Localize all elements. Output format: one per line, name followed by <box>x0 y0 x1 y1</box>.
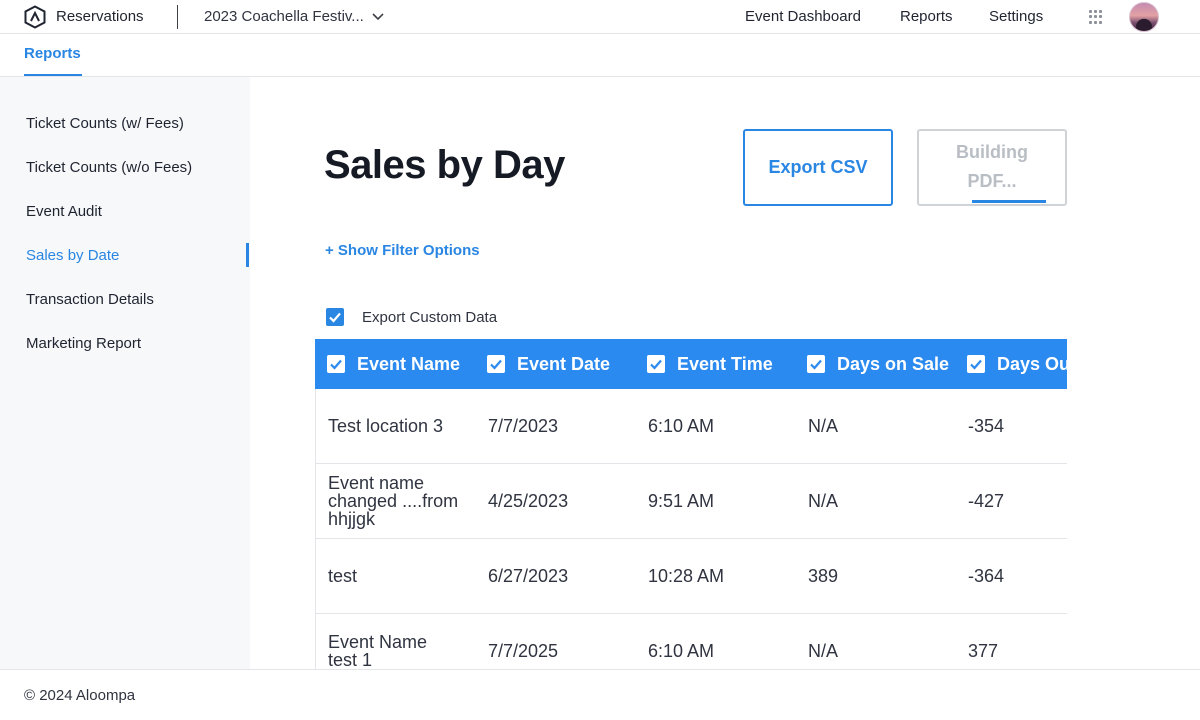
sidebar: Ticket Counts (w/ Fees) Ticket Counts (w… <box>0 77 250 669</box>
table-row: Event name changed ....from hhjjgk 4/25/… <box>315 464 1067 539</box>
checkmark-icon <box>330 359 342 370</box>
sidebar-active-indicator <box>246 243 249 267</box>
sidebar-item-sales-by-date[interactable]: Sales by Date <box>26 247 119 264</box>
sidebar-item-marketing-report[interactable]: Marketing Report <box>26 335 141 352</box>
export-custom-data-checkbox[interactable] <box>326 308 344 326</box>
cell-days-on-sale: N/A <box>808 491 839 511</box>
table-row: Event Name test 1 7/7/2025 6:10 AM N/A 3… <box>315 614 1067 669</box>
cell-event-time: 6:10 AM <box>648 641 715 661</box>
table-row: Test location 3 7/7/2023 6:10 AM N/A -35… <box>315 389 1067 464</box>
build-pdf-label-line1: Building <box>956 142 1028 162</box>
cell-event-time: 6:10 AM <box>648 416 715 436</box>
checkmark-icon <box>329 312 341 323</box>
nav-reports[interactable]: Reports <box>900 8 953 25</box>
sidebar-item-ticket-counts-without-fees[interactable]: Ticket Counts (w/o Fees) <box>26 159 192 176</box>
table-row: test 6/27/2023 10:28 AM 389 -364 <box>315 539 1067 614</box>
column-label: Event Date <box>517 353 611 374</box>
build-pdf-button[interactable]: Building PDF... <box>917 129 1067 206</box>
cell-event-time: 10:28 AM <box>648 566 725 586</box>
export-custom-data-label: Export Custom Data <box>362 309 498 326</box>
checkmark-icon <box>970 359 982 370</box>
column-label: Days on Sale <box>837 353 950 374</box>
cell-days-out: -364 <box>968 566 1005 586</box>
sub-nav: Reports <box>0 34 1200 77</box>
column-checkbox-days-on-sale[interactable] <box>807 355 825 373</box>
footer: © 2024 Aloompa <box>0 669 1200 720</box>
pdf-progress-bar <box>972 200 1046 203</box>
checkmark-icon <box>650 359 662 370</box>
cell-event-time: 9:51 AM <box>648 491 715 511</box>
cell-days-out: -427 <box>968 491 1005 511</box>
show-filter-options-link[interactable]: + Show Filter Options <box>325 242 480 259</box>
column-label: Event Time <box>677 353 773 374</box>
checkmark-icon <box>490 359 502 370</box>
tab-reports[interactable]: Reports <box>24 45 81 62</box>
column-header-event-date[interactable]: Event Date <box>487 339 610 389</box>
sidebar-item-event-audit[interactable]: Event Audit <box>26 203 102 220</box>
nav-event-dashboard[interactable]: Event Dashboard <box>745 8 861 25</box>
header-divider <box>177 5 178 29</box>
event-selector-label: 2023 Coachella Festiv... <box>204 8 364 25</box>
cell-event-date: 6/27/2023 <box>488 566 569 586</box>
column-checkbox-days-out[interactable] <box>967 355 985 373</box>
cell-event-date: 4/25/2023 <box>488 491 569 511</box>
grid-icon[interactable] <box>1089 10 1103 24</box>
cell-event-date: 7/7/2025 <box>488 641 559 661</box>
cell-days-out: -354 <box>968 416 1005 436</box>
column-header-event-name[interactable]: Event Name <box>327 339 460 389</box>
cell-event-date: 7/7/2023 <box>488 416 559 436</box>
chevron-down-icon <box>372 12 384 20</box>
tab-active-indicator <box>24 74 82 76</box>
table-header: Event Name Event Date Event Time Days on… <box>315 339 1067 389</box>
app-name[interactable]: Reservations <box>56 8 144 25</box>
logo-icon[interactable] <box>23 5 47 29</box>
cell-days-on-sale: 389 <box>808 566 839 586</box>
nav-settings[interactable]: Settings <box>989 8 1043 25</box>
column-checkbox-event-time[interactable] <box>647 355 665 373</box>
checkmark-icon <box>810 359 822 370</box>
cell-event-name: test <box>328 566 358 586</box>
sidebar-item-transaction-details[interactable]: Transaction Details <box>26 291 154 308</box>
column-label: Days Ou <box>997 353 1067 374</box>
copyright-text: © 2024 Aloompa <box>24 687 136 704</box>
column-header-days-on-sale[interactable]: Days on Sale <box>807 339 949 389</box>
export-csv-button[interactable]: Export CSV <box>743 129 893 206</box>
column-header-days-out[interactable]: Days Ou <box>967 339 1067 389</box>
event-selector[interactable]: 2023 Coachella Festiv... <box>204 8 384 25</box>
cell-days-on-sale: N/A <box>808 416 839 436</box>
build-pdf-label-line2: PDF... <box>967 171 1017 191</box>
cell-event-name: Event name changed ....from hhjjgk <box>328 473 459 529</box>
column-header-event-time[interactable]: Event Time <box>647 339 773 389</box>
page-title: Sales by Day <box>324 143 565 187</box>
column-checkbox-event-date[interactable] <box>487 355 505 373</box>
sidebar-item-ticket-counts-with-fees[interactable]: Ticket Counts (w/ Fees) <box>26 115 184 132</box>
cell-days-on-sale: N/A <box>808 641 839 661</box>
user-avatar[interactable] <box>1129 2 1159 32</box>
cell-days-out: 377 <box>968 641 999 661</box>
cell-event-name: Test location 3 <box>328 416 444 436</box>
column-label: Event Name <box>357 353 461 374</box>
sales-table: Event Name Event Date Event Time Days on… <box>315 339 1067 669</box>
cell-event-name: Event Name test 1 <box>328 632 428 669</box>
top-bar: Reservations 2023 Coachella Festiv... Ev… <box>0 0 1200 34</box>
column-checkbox-event-name[interactable] <box>327 355 345 373</box>
